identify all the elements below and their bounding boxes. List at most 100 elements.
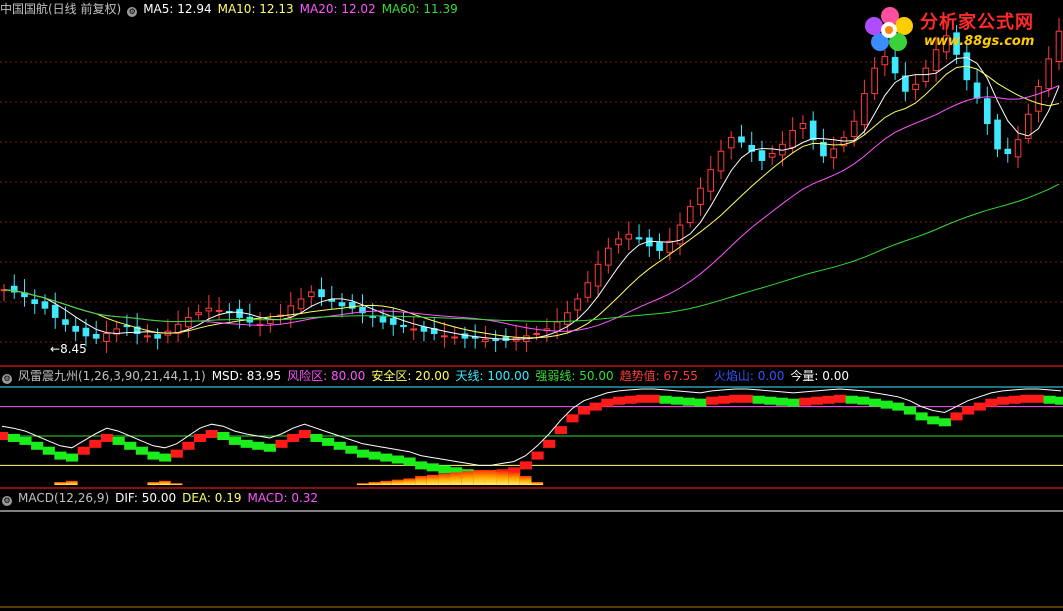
candle-body (727, 136, 735, 149)
trend-bar (996, 396, 1010, 405)
candle-body (871, 67, 878, 95)
trend-bar (426, 463, 439, 472)
candle-body (297, 298, 305, 310)
trend-bar (519, 461, 532, 470)
candle-body (492, 339, 499, 342)
flower-logo-icon (865, 7, 913, 51)
volcano-bar (356, 483, 369, 485)
volcano-bar (66, 480, 78, 485)
candle-body (215, 309, 223, 312)
candle-body (144, 335, 151, 338)
trend-bar (578, 406, 591, 415)
price-panel[interactable]: 中国国航(日线 前复权) ⚙ MA5: 12.94 MA10: 12.13 MA20: … (0, 0, 1063, 365)
trend-bar (962, 406, 975, 415)
trend-bar (310, 433, 323, 442)
arrow-left-icon: ← (50, 342, 61, 356)
candle-body (615, 238, 622, 246)
volcano-bar (147, 482, 160, 485)
trend-bar (950, 412, 963, 421)
trend-bar (903, 406, 917, 415)
trend-bar (880, 400, 893, 409)
trend-bar (252, 441, 265, 450)
trend-bar (566, 414, 579, 423)
macd-panel[interactable]: ⚙ MACD(12,26,9) DIF: 50.00 DEA: 0.19 MACD: 0… (0, 489, 1063, 611)
volcano-bar (531, 482, 544, 485)
candle-body (318, 289, 325, 298)
trend-bar (787, 398, 800, 407)
candle-body (441, 335, 448, 338)
trend-bar (240, 439, 253, 448)
volcano-bar (496, 471, 509, 485)
macd-chart[interactable] (0, 489, 1063, 611)
candle-body (789, 129, 797, 148)
candle-body (902, 75, 909, 92)
trend-bar (415, 461, 428, 470)
trend-bar (1055, 396, 1063, 405)
trend-bar (845, 395, 858, 404)
indicator-panel[interactable]: ⚙ 风雷震九州(1,26,3,90,21,44,1,1) MSD: 83.95 风险区… (0, 367, 1063, 487)
volcano-bar (159, 480, 171, 485)
trend-bar (7, 433, 20, 442)
candle-body (553, 321, 561, 332)
volcano-bar (484, 470, 497, 485)
trend-bar (1031, 394, 1045, 403)
logo-text: 分析家公式网 (920, 12, 1034, 33)
indicator-chart[interactable] (0, 367, 1063, 487)
candle-body (738, 136, 745, 143)
candle-body (635, 237, 643, 240)
candle-body (338, 302, 346, 307)
ma20-line (3, 85, 1060, 332)
candle-body (389, 318, 397, 325)
trend-bar (706, 396, 719, 405)
trend-bar (601, 398, 614, 407)
ma10-line (3, 65, 1060, 339)
candle-body (584, 282, 592, 298)
candle-body (973, 82, 981, 99)
candle-body (307, 291, 315, 298)
site-logo: 分析家公式网 www.88gs.com (862, 2, 1062, 54)
candle-body (420, 326, 428, 332)
candle-body (410, 328, 418, 331)
trend-bar (333, 441, 346, 450)
volcano-bar (450, 472, 462, 485)
volcano-bar (426, 474, 439, 485)
candle-body (594, 263, 602, 287)
candle-body (994, 119, 1001, 150)
candle-body (625, 233, 633, 240)
volcano-bar (403, 478, 416, 485)
trend-bar (554, 426, 567, 435)
trend-bar (368, 451, 381, 460)
trend-bar (345, 445, 358, 454)
candle-body (686, 206, 694, 224)
trend-bar (147, 451, 160, 460)
volcano-bar (461, 471, 474, 485)
candle-body (758, 150, 766, 161)
volcano-bar (438, 473, 451, 485)
trend-bar (391, 455, 404, 464)
trend-bar (438, 465, 451, 474)
candle-body (236, 308, 243, 318)
candle-body (861, 93, 868, 126)
trend-bar (799, 397, 812, 406)
candle-body (697, 187, 704, 206)
candlestick-chart[interactable] (0, 0, 1063, 365)
trend-bar (182, 441, 195, 450)
candle-body (881, 56, 889, 66)
ma60-line (3, 183, 1060, 323)
trend-bar (287, 433, 300, 442)
volcano-bar (473, 470, 485, 485)
candle-body (799, 123, 807, 129)
trend-bar (1043, 395, 1056, 404)
trend-bar (671, 396, 684, 405)
trend-bar (659, 395, 672, 404)
candle-body (72, 325, 80, 332)
candle-body (1035, 86, 1042, 112)
candle-body (533, 333, 540, 336)
candle-body (1004, 148, 1012, 155)
volcano-bar (368, 482, 381, 485)
trend-bar (217, 432, 230, 440)
trend-bar (112, 436, 125, 445)
logo-url: www.88gs.com (924, 34, 1035, 49)
trend-bar (764, 396, 777, 405)
trend-bar (275, 439, 288, 448)
